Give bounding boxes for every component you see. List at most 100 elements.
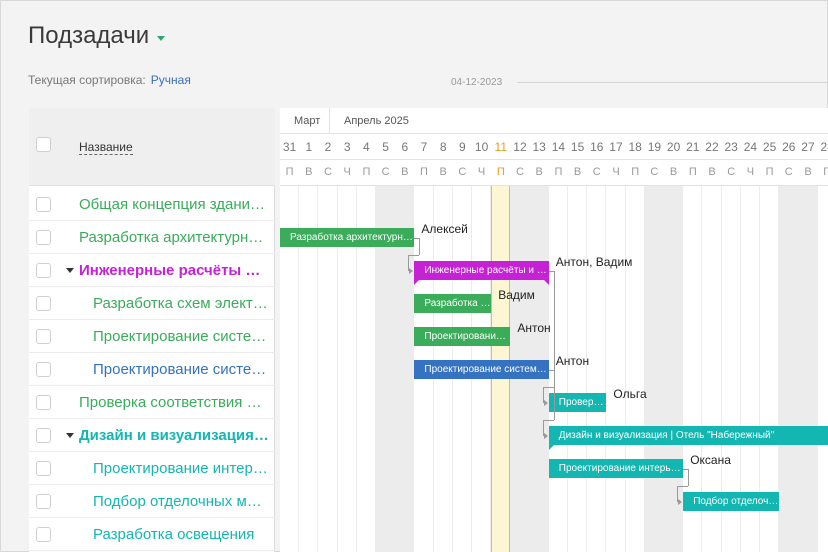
weekday-label: В <box>535 166 543 178</box>
day-number: 28 <box>820 140 828 154</box>
bar-label: Проверка соответствия нормам <box>558 397 607 408</box>
table-row[interactable]: Проектирование систем водоснабжения <box>29 353 275 386</box>
task-table: Название Общая концепция здания и инжене… <box>29 108 275 552</box>
day-number: 16 <box>590 140 604 154</box>
chevron-down-icon[interactable] <box>157 35 166 41</box>
day-number: 4 <box>363 140 370 154</box>
assignee-label: Ольга <box>613 387 647 401</box>
task-name[interactable]: Дизайн и визуализация | Отель "Набережны… <box>79 427 269 444</box>
day-number: 24 <box>743 140 758 154</box>
task-bar[interactable]: Проверка соответствия нормам <box>548 393 607 412</box>
weekday-label: В <box>708 166 716 178</box>
task-name[interactable]: Проектирование интерьеров <box>93 460 269 477</box>
assignee-label: Алексей <box>421 222 468 236</box>
weekday-label: С <box>784 166 793 178</box>
dependency-line <box>408 255 420 256</box>
summary-bar[interactable]: Инженерные расчёты и проектирование <box>414 261 549 280</box>
assignee-label: Антон <box>555 354 590 368</box>
weekday-label: П <box>285 166 294 178</box>
row-checkbox[interactable] <box>36 296 51 311</box>
day-number: 13 <box>532 140 546 154</box>
assignee-label: Антон <box>517 321 551 335</box>
dependency-line <box>542 420 554 421</box>
dependency-arrow-icon <box>543 400 548 406</box>
task-bar[interactable]: Разработка схем электроснабжения <box>414 294 492 313</box>
day-number: 1 <box>305 140 313 154</box>
day-number: 21 <box>686 140 700 154</box>
table-header: Название <box>29 108 275 186</box>
weekday-label: В <box>804 166 812 178</box>
row-checkbox[interactable] <box>36 263 51 278</box>
weekday-label: Ч <box>746 166 755 178</box>
task-name[interactable]: Общая концепция здания и инженерные реше… <box>79 196 269 213</box>
summary-bar[interactable]: Дизайн и визуализация | Отель "Набережны… <box>548 426 828 445</box>
bar-label: Проектирование систем вентиляции <box>424 331 510 342</box>
weekday-label: С <box>458 166 467 178</box>
day-number: 11 <box>494 140 508 154</box>
row-checkbox[interactable] <box>36 329 51 344</box>
task-bar[interactable]: Разработка архитектурных решений <box>280 228 415 247</box>
task-name[interactable]: Проектирование систем вентиляции <box>93 328 269 345</box>
select-all-checkbox[interactable] <box>36 137 51 152</box>
weekday-label: П <box>631 166 640 178</box>
task-bar[interactable]: Проектирование интерьеров <box>548 459 684 478</box>
table-row[interactable]: Инженерные расчёты и проектирование <box>29 254 275 287</box>
task-name[interactable]: Проверка соответствия нормам <box>79 394 269 411</box>
weekday-label: П <box>362 166 371 178</box>
table-row[interactable]: Дизайн и визуализация | Отель "Набережны… <box>29 419 275 452</box>
day-number: 15 <box>570 140 585 154</box>
weekday-label: П <box>420 166 428 178</box>
task-name[interactable]: Разработка освещения <box>93 526 269 543</box>
column-header-name[interactable]: Название <box>79 140 133 155</box>
month-separator <box>329 108 331 133</box>
expand-caret-icon[interactable] <box>66 433 74 438</box>
table-row[interactable]: Проектирование интерьеров <box>29 452 275 485</box>
task-name[interactable]: Разработка схем электроснабжения <box>93 295 269 312</box>
task-name[interactable]: Проектирование систем водоснабжения <box>93 361 269 378</box>
page-title: Подзадачи <box>28 22 150 49</box>
weekday-label: П <box>496 166 505 178</box>
bar-label: Проектирование систем водоснабжения <box>424 364 548 375</box>
row-checkbox[interactable] <box>36 461 51 476</box>
bar-label: Инженерные расчёты и проектирование <box>424 265 548 276</box>
row-checkbox[interactable] <box>36 197 51 212</box>
expand-caret-icon[interactable] <box>66 268 74 273</box>
header-divider <box>280 185 828 186</box>
title-row: Подзадачи <box>28 22 166 50</box>
table-row[interactable]: Проверка соответствия нормам <box>29 386 275 419</box>
row-checkbox[interactable] <box>36 428 51 443</box>
bar-label: Подбор отделочных материалов <box>693 496 779 507</box>
day-number: 2 <box>324 140 332 154</box>
dependency-line <box>542 387 554 388</box>
table-row[interactable]: Подбор отделочных материалов <box>29 485 275 518</box>
table-row[interactable]: Проектирование систем вентиляции <box>29 320 275 353</box>
table-row[interactable]: Разработка освещения <box>29 518 275 551</box>
month-label: Март <box>294 115 321 127</box>
day-number: 22 <box>705 140 719 154</box>
sort-value-link[interactable]: Ручная <box>151 73 191 87</box>
bar-label: Разработка архитектурных решений <box>290 232 415 243</box>
task-bar[interactable]: Подбор отделочных материалов <box>683 492 780 511</box>
weekday-label: П <box>823 166 828 178</box>
table-row[interactable]: Разработка схем электроснабжения <box>29 287 275 320</box>
dependency-arrow-icon <box>543 433 548 439</box>
day-number: 6 <box>401 140 409 154</box>
task-bar[interactable]: Проектирование систем вентиляции <box>414 327 511 346</box>
row-checkbox[interactable] <box>36 527 51 542</box>
weekday-label: С <box>324 166 332 178</box>
day-number: 26 <box>782 140 796 154</box>
row-checkbox[interactable] <box>36 362 51 377</box>
gantt-chart: Март Апрель 2025 31 П 1 В 2 С 3 Ч 4 П 5 С 6 В 7 П 8 В 9 С 10 Ч 1… <box>280 108 828 552</box>
row-checkbox[interactable] <box>36 395 51 410</box>
task-name[interactable]: Инженерные расчёты и проектирование <box>79 262 269 279</box>
row-checkbox[interactable] <box>36 494 51 509</box>
task-name[interactable]: Подбор отделочных материалов <box>93 493 269 510</box>
table-row[interactable]: Разработка архитектурных решений <box>29 221 275 254</box>
assignee-label: Вадим <box>498 288 535 302</box>
day-number: 27 <box>801 140 815 154</box>
table-row[interactable]: Общая концепция здания и инженерные реше… <box>29 188 275 221</box>
weekday-label: П <box>765 166 774 178</box>
task-name[interactable]: Разработка архитектурных решений <box>79 229 269 246</box>
row-checkbox[interactable] <box>36 230 51 245</box>
task-bar[interactable]: Проектирование систем водоснабжения <box>414 360 549 379</box>
